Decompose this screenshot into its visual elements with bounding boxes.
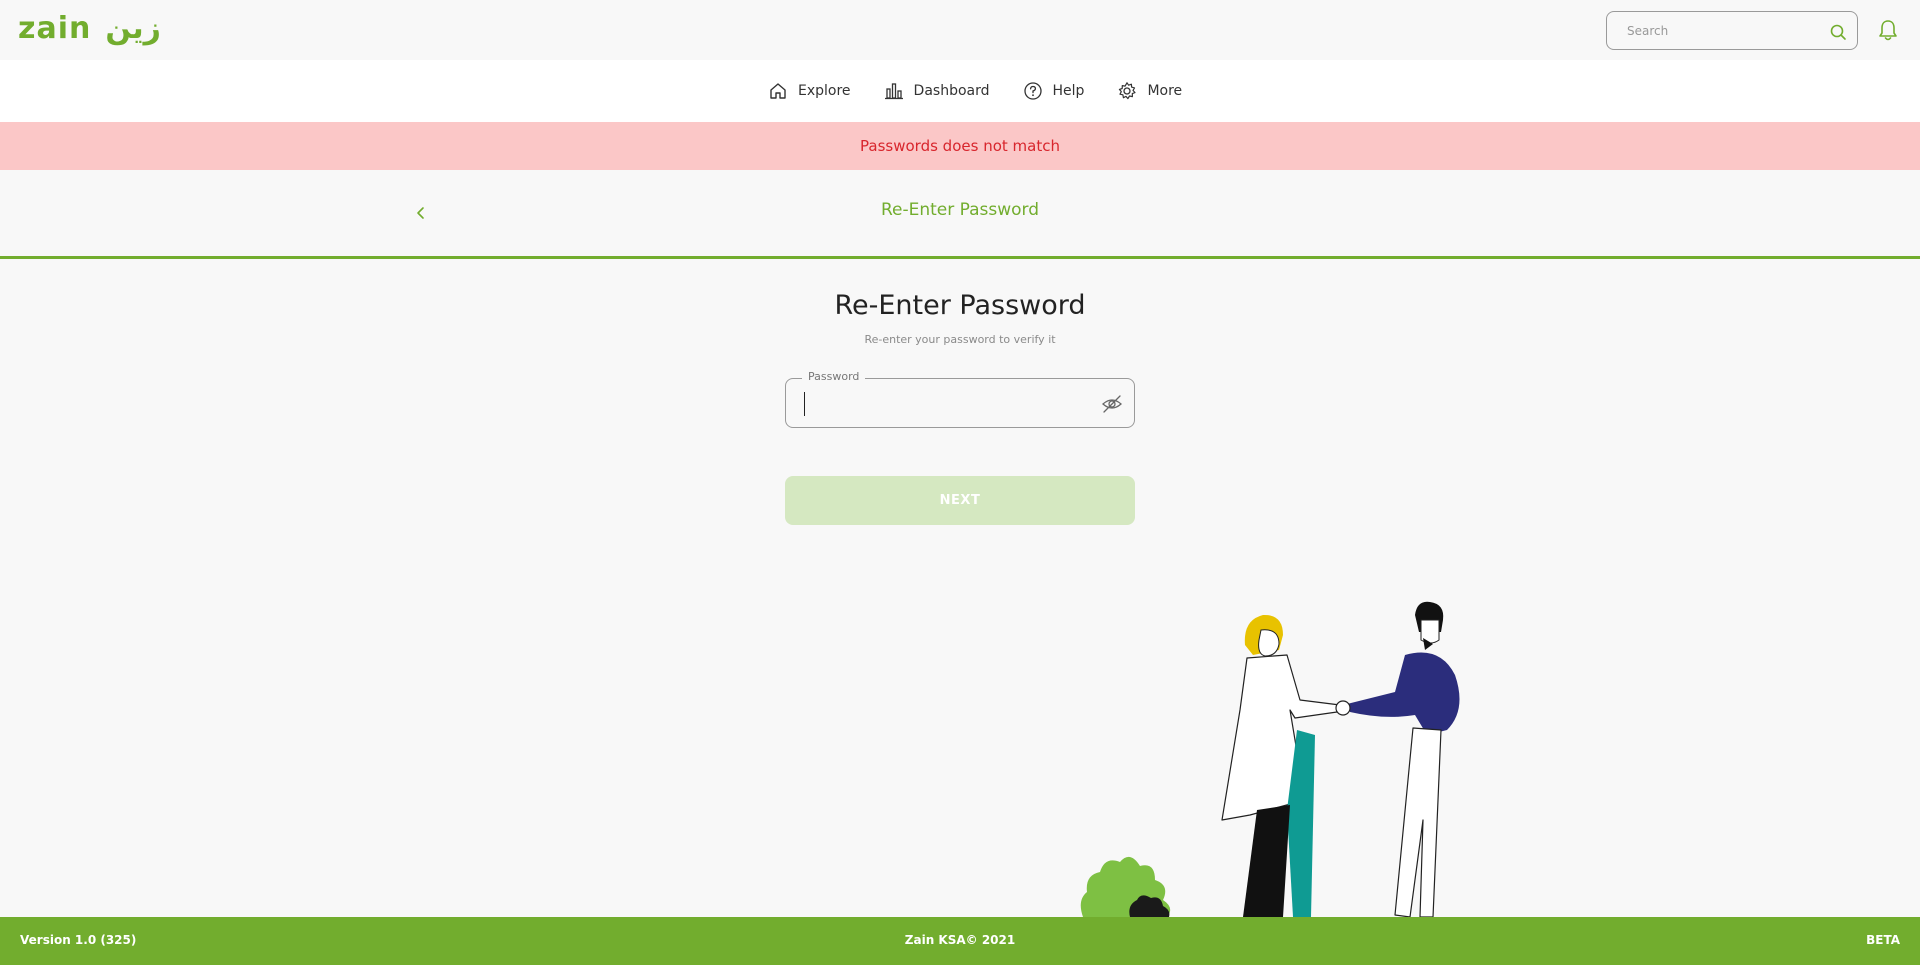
help-circle-icon: [1023, 82, 1042, 100]
bell-icon[interactable]: [1877, 18, 1899, 42]
gear-icon: [1119, 82, 1137, 100]
nav-item-explore[interactable]: Explore: [768, 81, 851, 101]
footer: Version 1.0 (325) Zain KSA© 2021 BETA: [0, 917, 1920, 965]
zain-logo[interactable]: zain زين: [18, 12, 161, 46]
main-nav: Explore Dashboard Help More: [0, 60, 1920, 122]
nav-label: Dashboard: [913, 83, 990, 99]
nav-items: Explore Dashboard Help More: [768, 60, 1182, 122]
page-title: Re-Enter Password: [834, 290, 1086, 321]
password-input[interactable]: [802, 393, 1082, 415]
bar-chart-icon: [884, 83, 903, 100]
copyright-text: Zain KSA© 2021: [904, 933, 1016, 947]
nav-label: More: [1147, 83, 1183, 99]
logo-arabic-text: زين: [105, 11, 161, 46]
woman-figure: [1221, 614, 1341, 917]
eye-off-icon[interactable]: [1101, 394, 1123, 414]
error-banner: Passwords does not match: [0, 122, 1920, 170]
error-message: Passwords does not match: [860, 137, 1060, 155]
nav-item-more[interactable]: More: [1117, 81, 1182, 101]
nav-label: Explore: [798, 83, 851, 99]
text-cursor: [804, 392, 805, 416]
logo-latin-text: zain: [18, 11, 92, 46]
next-button[interactable]: NEXT: [785, 476, 1135, 525]
beta-badge: BETA: [1866, 933, 1900, 947]
nav-label: Help: [1052, 83, 1085, 99]
page-subtitle: Re-enter your password to verify it: [864, 333, 1056, 346]
search-box: [1606, 11, 1858, 50]
step-title: Re-Enter Password: [880, 200, 1040, 220]
password-label: Password: [802, 370, 866, 383]
step-header: Re-Enter Password: [0, 170, 1920, 259]
bush-shape: [1080, 856, 1171, 917]
hands-shape: [1335, 700, 1351, 716]
nav-item-help[interactable]: Help: [1023, 81, 1085, 101]
search-icon[interactable]: [1829, 23, 1847, 41]
man-figure: [1347, 601, 1460, 917]
home-icon: [770, 83, 786, 99]
nav-item-dashboard[interactable]: Dashboard: [884, 81, 990, 101]
search-input[interactable]: [1627, 21, 1817, 41]
top-bar: zain زين: [0, 0, 1920, 60]
handshake-illustration: [1080, 601, 1460, 917]
password-field: Password: [785, 370, 1135, 428]
